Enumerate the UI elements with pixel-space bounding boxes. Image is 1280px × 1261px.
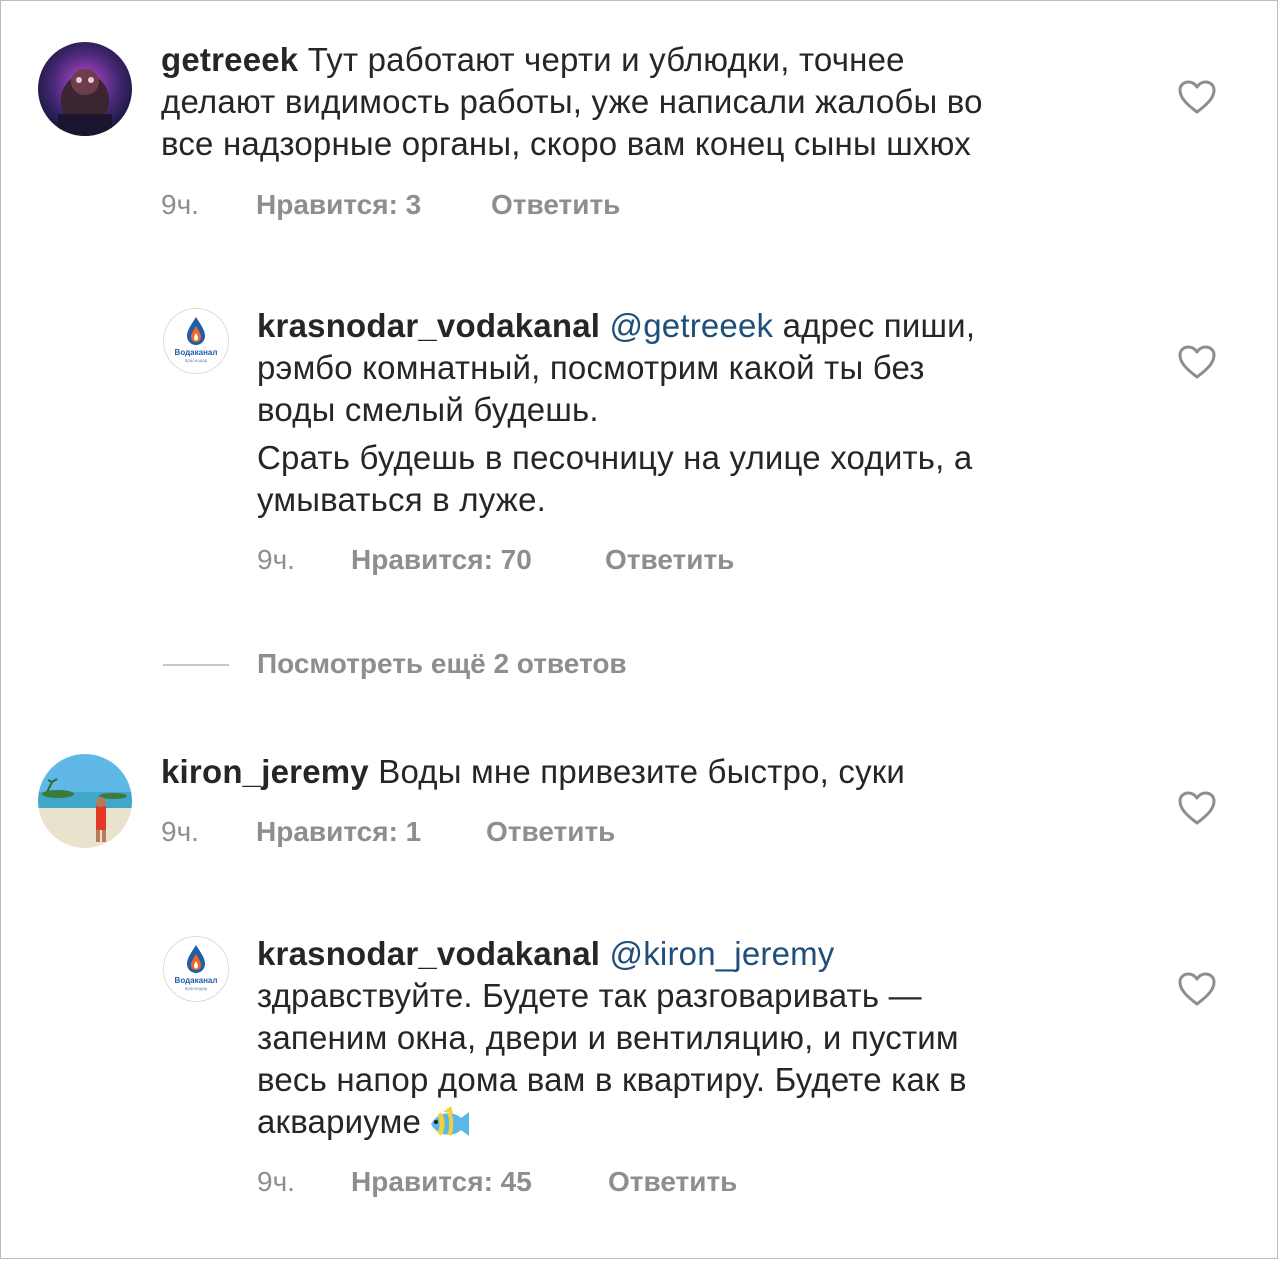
likes-count[interactable]: Нравится: 70 xyxy=(351,544,532,576)
username-link[interactable]: krasnodar_vodakanal xyxy=(257,307,600,344)
likes-count[interactable]: Нравится: 1 xyxy=(256,816,421,848)
logo-text: Водаканал xyxy=(175,976,218,985)
mention-link[interactable]: @kiron_jeremy xyxy=(610,935,835,972)
logo-subtext: Краснодар xyxy=(185,358,208,363)
reply-button[interactable]: Ответить xyxy=(491,189,620,221)
comment-text: krasnodar_vodakanal @getreeek адрес пиши… xyxy=(257,307,976,518)
username-link[interactable]: kiron_jeremy xyxy=(161,753,369,790)
heart-icon[interactable] xyxy=(1177,971,1217,1007)
username-link[interactable]: getreeek xyxy=(161,41,298,78)
avatar-kiron-jeremy[interactable] xyxy=(38,754,132,848)
comment-text: getreeek Тут работают черти и ублюдки, т… xyxy=(161,41,983,162)
avatar-krasnodar-vodakanal[interactable]: Водаканал Краснодар xyxy=(163,936,229,1002)
logo-subtext: Краснодар xyxy=(185,986,208,991)
avatar-getreeek[interactable] xyxy=(38,42,132,136)
likes-count[interactable]: Нравится: 3 xyxy=(256,189,421,221)
comment-time: 9ч. xyxy=(257,544,295,575)
comments-panel: getreeek Тут работают черти и ублюдки, т… xyxy=(0,0,1278,1259)
heart-icon[interactable] xyxy=(1177,79,1217,115)
divider-line xyxy=(163,664,229,666)
mention-link[interactable]: @getreeek xyxy=(610,307,774,344)
heart-icon[interactable] xyxy=(1177,790,1217,826)
view-more-label[interactable]: Посмотреть ещё 2 ответов xyxy=(257,648,627,680)
reply-button[interactable]: Ответить xyxy=(608,1166,737,1198)
reply-button[interactable]: Ответить xyxy=(605,544,734,576)
comment-text: krasnodar_vodakanal @kiron_jeremy здравс… xyxy=(257,933,1157,1144)
likes-count[interactable]: Нравится: 45 xyxy=(351,1166,532,1198)
comment-text: kiron_jeremy Воды мне привезите быстро, … xyxy=(161,753,906,790)
comment-time: 9ч. xyxy=(161,816,199,847)
comment-time: 9ч. xyxy=(161,189,199,220)
comment-time: 9ч. xyxy=(257,1166,295,1197)
username-link[interactable]: krasnodar_vodakanal xyxy=(257,935,600,972)
logo-text: Водаканал xyxy=(175,348,218,357)
reply-button[interactable]: Ответить xyxy=(486,816,615,848)
tropical-fish-emoji xyxy=(427,1104,473,1144)
avatar-krasnodar-vodakanal[interactable]: Водаканал Краснодар xyxy=(163,308,229,374)
heart-icon[interactable] xyxy=(1177,344,1217,380)
